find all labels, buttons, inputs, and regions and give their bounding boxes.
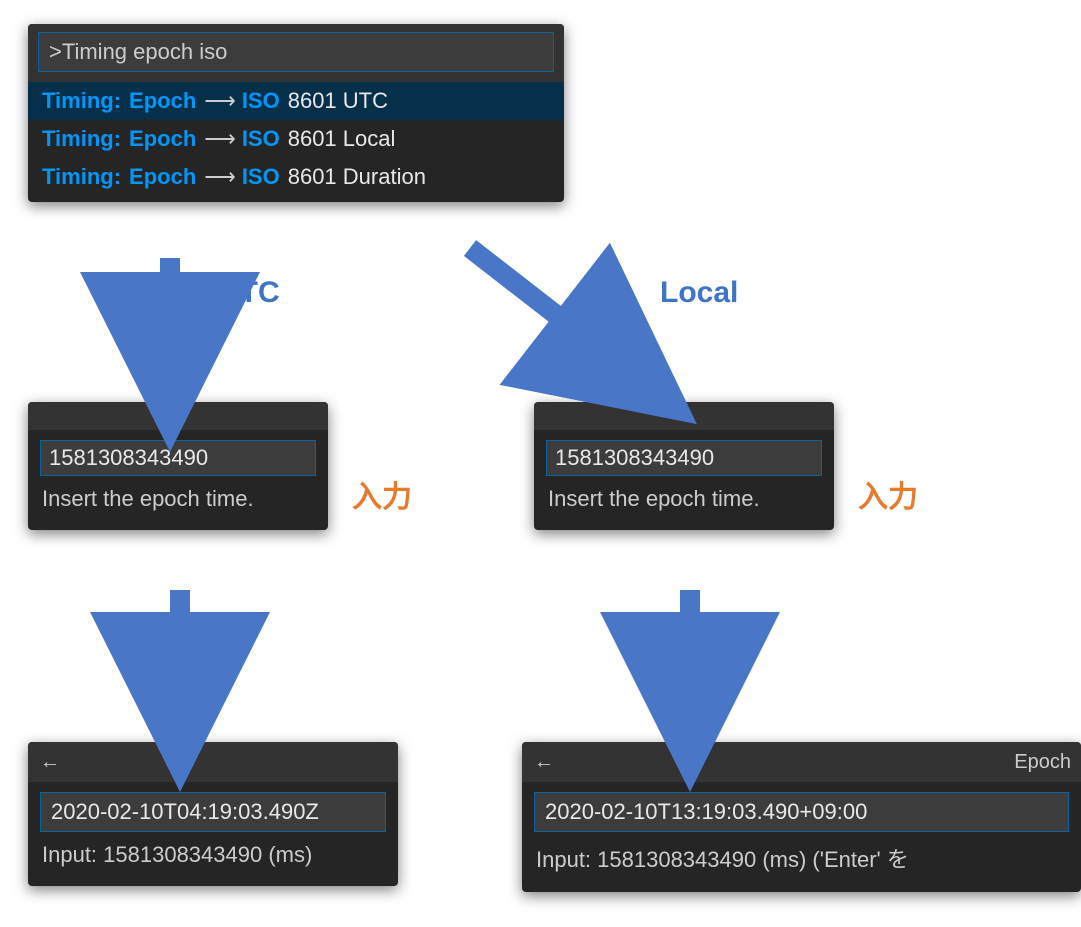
result-header: ← <box>28 742 398 782</box>
back-arrow-icon[interactable]: ← <box>534 751 554 774</box>
result-subtext: Input: 1581308343490 (ms) <box>40 832 386 880</box>
epoch-input-panel-utc: Insert the epoch time. <box>28 402 328 530</box>
result-value-local[interactable]: 2020-02-10T13:19:03.490+09:00 <box>534 792 1069 832</box>
result-panel-local: ← Epoch 2020-02-10T13:19:03.490+09:00 In… <box>522 742 1081 892</box>
result-title: Epoch <box>1014 751 1071 774</box>
epoch-input-panel-local: Insert the epoch time. <box>534 402 834 530</box>
palette-item-prefix: Timing: <box>42 164 121 190</box>
arrow-right-icon: ⟶ <box>204 126 234 152</box>
epoch-input-hint: Insert the epoch time. <box>40 476 316 524</box>
command-palette-list: Timing: Epoch ⟶ ISO 8601 UTC Timing: Epo… <box>28 82 564 202</box>
palette-item-iso: ISO <box>242 164 280 190</box>
palette-item-suffix: 8601 UTC <box>288 88 388 114</box>
epoch-input-hint: Insert the epoch time. <box>546 476 822 524</box>
diagram-canvas: Timing: Epoch ⟶ ISO 8601 UTC Timing: Epo… <box>0 0 1081 927</box>
palette-item-prefix: Timing: <box>42 126 121 152</box>
palette-item-mid: Epoch <box>129 164 196 190</box>
palette-item-iso: ISO <box>242 126 280 152</box>
palette-item-mid: Epoch <box>129 88 196 114</box>
epoch-input-local[interactable] <box>546 440 822 476</box>
result-value-utc[interactable]: 2020-02-10T04:19:03.490Z <box>40 792 386 832</box>
command-palette: Timing: Epoch ⟶ ISO 8601 UTC Timing: Epo… <box>28 24 564 202</box>
panel-titlebar <box>28 402 328 430</box>
epoch-input-utc[interactable] <box>40 440 316 476</box>
result-header: ← Epoch <box>522 742 1081 782</box>
flow-label-utc: UTC <box>218 276 280 310</box>
palette-item-mid: Epoch <box>129 126 196 152</box>
result-panel-utc: ← 2020-02-10T04:19:03.490Z Input: 158130… <box>28 742 398 886</box>
command-palette-item-local[interactable]: Timing: Epoch ⟶ ISO 8601 Local <box>28 120 564 158</box>
flow-label-input-local: 入力 <box>858 472 918 516</box>
palette-item-iso: ISO <box>242 88 280 114</box>
command-palette-item-duration[interactable]: Timing: Epoch ⟶ ISO 8601 Duration <box>28 158 564 196</box>
arrow-right-icon: ⟶ <box>204 164 234 190</box>
arrow-right-icon: ⟶ <box>204 88 234 114</box>
result-subtext: Input: 1581308343490 (ms) ('Enter' を <box>534 832 1069 886</box>
command-palette-header <box>28 24 564 82</box>
flow-label-local: Local <box>660 276 738 310</box>
palette-item-suffix: 8601 Duration <box>288 164 426 190</box>
flow-arrow-palette-to-local <box>470 248 640 380</box>
command-palette-item-utc[interactable]: Timing: Epoch ⟶ ISO 8601 UTC <box>28 82 564 120</box>
palette-item-suffix: 8601 Local <box>288 126 396 152</box>
flow-label-input-utc: 入力 <box>352 472 412 516</box>
command-palette-input[interactable] <box>38 32 554 72</box>
back-arrow-icon[interactable]: ← <box>40 751 60 774</box>
palette-item-prefix: Timing: <box>42 88 121 114</box>
panel-titlebar <box>534 402 834 430</box>
